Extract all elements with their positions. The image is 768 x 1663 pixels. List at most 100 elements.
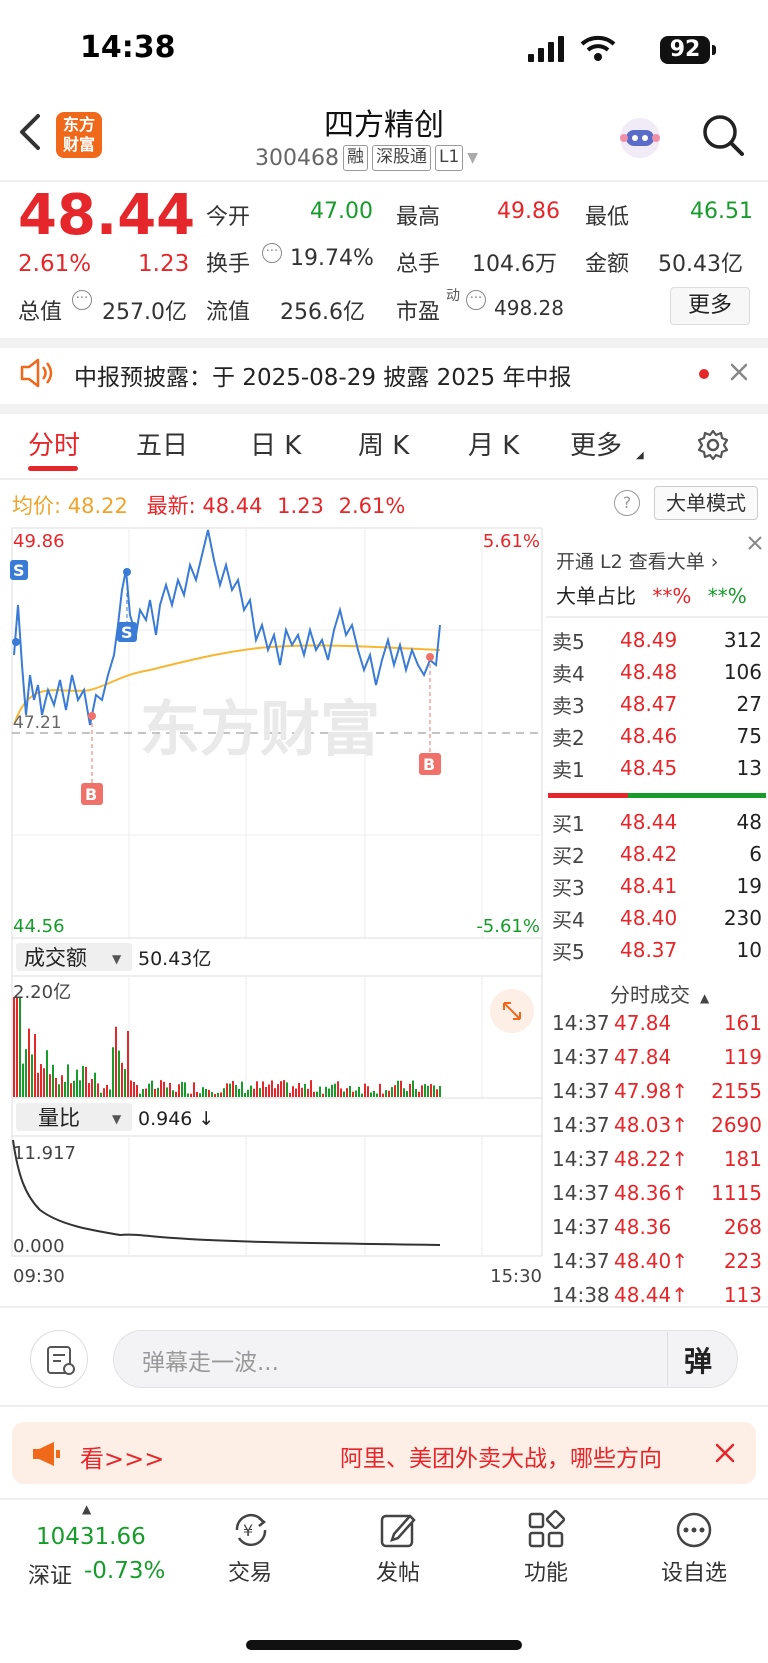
volume-bar [154, 1088, 156, 1097]
close-icon[interactable] [714, 1442, 736, 1468]
ratio-max: 11.917 [13, 1143, 76, 1164]
info-icon[interactable]: ··· [262, 243, 282, 263]
info-icon[interactable]: ··· [72, 290, 92, 310]
volume-value: 104.6万 [472, 252, 557, 277]
volume-bar [67, 1064, 69, 1097]
gear-icon[interactable] [696, 428, 730, 466]
low-label: 最低 [585, 205, 630, 230]
comment-list-icon[interactable] [30, 1330, 88, 1388]
megaphone-icon [30, 1440, 64, 1472]
index-value[interactable]: 10431.66 [36, 1524, 146, 1550]
volume-bar [88, 1083, 90, 1097]
bid-volume: 230 [723, 906, 762, 930]
volume-bar [169, 1082, 171, 1097]
close-icon[interactable] [728, 361, 750, 387]
volume-bar [133, 1081, 135, 1097]
nav-post[interactable]: 发帖 [353, 1555, 443, 1587]
volume-bar [316, 1091, 318, 1097]
index-pct[interactable]: -0.73% [84, 1558, 165, 1584]
tab-daily-k[interactable]: 日 K [250, 425, 301, 462]
trade-time: 14:38 [552, 1283, 610, 1307]
volume-bar [190, 1093, 192, 1097]
watchlist-icon[interactable] [674, 1510, 714, 1554]
volume-bar [376, 1093, 378, 1097]
index-name[interactable]: 深证 [28, 1558, 72, 1590]
svg-text:S: S [121, 623, 133, 642]
home-indicator [246, 1640, 522, 1650]
function-icon[interactable] [526, 1509, 566, 1554]
danmu-toggle[interactable]: 弹 [684, 1340, 712, 1380]
volume-bar [76, 1069, 78, 1097]
close-icon[interactable] [746, 534, 764, 556]
ask-price: 48.45 [620, 756, 678, 780]
volume-bar [196, 1091, 198, 1097]
big-order-mode-button[interactable]: 大单模式 [654, 486, 758, 520]
ask-price: 48.47 [620, 692, 678, 716]
volume-bar [439, 1086, 441, 1097]
high-value: 49.86 [497, 199, 560, 224]
ask-volume: 312 [723, 628, 762, 652]
amount-value: 50.43亿 [658, 252, 743, 277]
ask-row: 卖2 48.46 75 [552, 720, 762, 752]
float-value: 256.6亿 [280, 300, 365, 325]
volume-bar [151, 1080, 153, 1097]
divider [0, 1498, 768, 1500]
tab-more[interactable]: 更多 [570, 425, 622, 462]
trade-icon[interactable]: ¥ [229, 1510, 273, 1554]
volume-bar [355, 1090, 357, 1097]
signal-icon [528, 36, 568, 66]
help-icon[interactable]: ? [614, 490, 640, 516]
volume-bar [58, 1084, 60, 1097]
chg-value: 1.23 [277, 494, 324, 518]
bid-label: 买1 [552, 811, 585, 836]
nav-function[interactable]: 功能 [501, 1555, 591, 1587]
volume-bar [244, 1093, 246, 1097]
ask-row: 卖5 48.49 312 [552, 624, 762, 656]
volume-bar [166, 1087, 168, 1097]
pe-sup: 动 [446, 288, 460, 304]
info-icon[interactable]: ··· [466, 290, 486, 310]
ask-label: 卖4 [552, 661, 585, 686]
trade-price: 48.36↑ [614, 1181, 689, 1205]
time-start: 09:30 [13, 1266, 65, 1287]
nav-trade[interactable]: 交易 [205, 1555, 295, 1587]
volume-bar [106, 1084, 108, 1097]
stock-code-line[interactable]: 300468 融 深股通 L1 ▼ [255, 145, 478, 171]
notice-text[interactable]: 中报预披露：于 2025-08-29 披露 2025 年中报 [74, 358, 571, 392]
tab-five-day[interactable]: 五日 [136, 425, 188, 462]
trade-row: 14:37 48.03↑ 2690 [552, 1108, 762, 1142]
tab-weekly-k[interactable]: 周 K [358, 425, 409, 462]
volume-bar [319, 1086, 321, 1097]
search-icon[interactable] [700, 112, 748, 164]
volume-bar [208, 1089, 210, 1097]
volume-bar [46, 1050, 48, 1097]
volume-bar [349, 1086, 351, 1097]
trade-volume: 1115 [711, 1181, 762, 1205]
intraday-charts[interactable]: 东方财富 S S B B 49.86 47.21 44.56 5.61% -5.… [0, 525, 548, 1305]
ask-price: 48.46 [620, 724, 678, 748]
robot-avatar-icon[interactable] [616, 114, 664, 164]
trades-title[interactable]: 分时成交 ▲ [610, 979, 709, 1008]
tab-intraday[interactable]: 分时 [28, 425, 80, 462]
l2-title[interactable]: 开通 L2 查看大单 › [556, 547, 718, 574]
connect-tag: 深股通 [371, 145, 431, 171]
tab-monthly-k[interactable]: 月 K [468, 425, 519, 462]
trade-price: 48.44↑ [614, 1283, 689, 1307]
post-icon[interactable] [378, 1510, 418, 1554]
nav-watchlist[interactable]: 设自选 [649, 1555, 739, 1587]
volume-bar [25, 1049, 27, 1097]
more-button[interactable]: 更多 [670, 287, 750, 325]
volume-bar [289, 1092, 291, 1097]
trade-row: 14:37 47.84 119 [552, 1040, 762, 1074]
divider [0, 1306, 768, 1308]
volume-bar [199, 1093, 201, 1097]
divider [0, 1405, 768, 1407]
promo-left-text: 看>>> [80, 1445, 165, 1473]
ask-row: 卖3 48.47 27 [552, 688, 762, 720]
volume-bar [370, 1092, 372, 1097]
volume-bar [247, 1089, 249, 1097]
bid-row: 买1 48.44 48 [552, 806, 762, 838]
volume-bar [94, 1072, 96, 1097]
caret-down-icon[interactable]: ▼ [467, 150, 478, 166]
trade-time: 14:37 [552, 1079, 610, 1103]
